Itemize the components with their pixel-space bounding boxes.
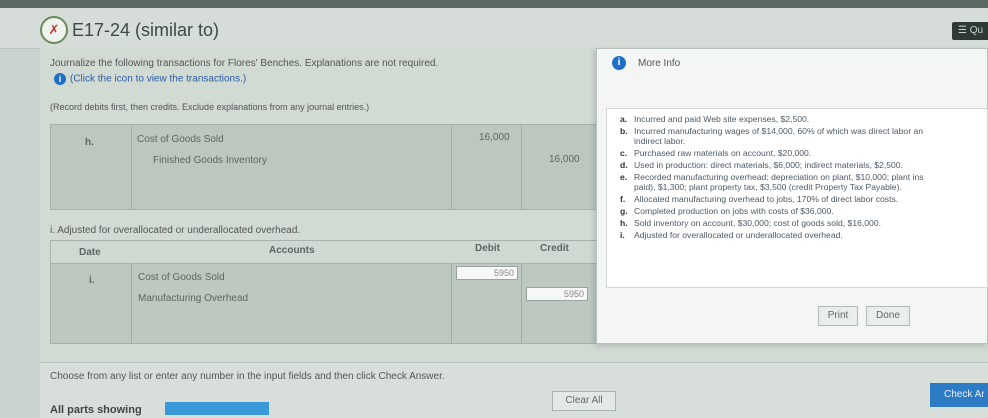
entry-i-description: i. Adjusted for overallocated or underal… — [50, 225, 301, 236]
transaction-letter: h. — [620, 217, 628, 228]
journal-entry-i: Date Accounts Debit Credit i. Cost of Go… — [50, 240, 610, 344]
title-bar: ✗ E17-24 (similar to) ☰ Qu — [0, 8, 988, 49]
info-icon[interactable]: i — [54, 73, 66, 85]
transaction-letter: b. — [620, 125, 628, 136]
view-transactions-link[interactable]: i (Click the icon to view the transaction… — [54, 73, 246, 85]
transaction-text: Purchased raw materials on account, $20,… — [634, 148, 812, 159]
credit-header: Credit — [540, 243, 569, 254]
transaction-text: indirect labor. — [634, 136, 686, 147]
accounts-header: Accounts — [269, 245, 315, 256]
entry-label: i. — [89, 275, 95, 286]
transaction-text: Incurred manufacturing wages of $14,000,… — [634, 125, 924, 136]
parts-status: All parts showing — [50, 404, 142, 416]
column-divider — [131, 125, 132, 209]
credit-input[interactable]: 5950 — [526, 287, 588, 301]
check-answer-button[interactable]: Check Ar — [930, 383, 988, 407]
question-instruction: Journalize the following transactions fo… — [50, 58, 439, 69]
menu-icon: ☰ — [958, 25, 970, 36]
modal-title: More Info — [638, 58, 681, 69]
transaction-letter: a. — [620, 114, 628, 124]
transaction-text: Used in production: direct materials, $6… — [634, 160, 903, 170]
page-title: E17-24 (similar to) — [72, 20, 220, 40]
transaction-item: i. Adjusted for overallocated or underall… — [620, 230, 843, 241]
debit-amount: 16,000 — [479, 132, 510, 143]
debit-input[interactable]: 5950 — [456, 266, 518, 280]
column-divider — [131, 263, 132, 343]
done-button[interactable]: Done — [866, 306, 910, 326]
transaction-text: paid), $1,300; plant property tax, $3,50… — [634, 182, 902, 193]
entry-label: h. — [85, 137, 94, 148]
credit-amount: 16,000 — [549, 154, 580, 165]
table-header: Date Accounts Debit Credit — [51, 241, 609, 264]
print-button[interactable]: Print — [818, 306, 858, 326]
partial-credit-icon: ✗ — [40, 16, 68, 44]
transaction-item: indirect labor. — [620, 136, 685, 147]
transaction-letter: e. — [620, 171, 628, 182]
browser-top-strip — [0, 0, 988, 8]
transaction-item: e. Recorded manufacturing overhead: depre… — [620, 172, 924, 183]
info-icon: i — [612, 56, 626, 70]
debit-account: Cost of Goods Sold — [137, 134, 224, 145]
transaction-letter: d. — [620, 160, 628, 170]
record-note: (Record debits first, then credits. Excl… — [50, 102, 370, 112]
transaction-text: Recorded manufacturing overhead: depreci… — [634, 171, 924, 182]
transaction-item: paid), $1,300; plant property tax, $3,50… — [620, 182, 902, 193]
transaction-letter: g. — [620, 206, 628, 216]
transaction-text: Sold inventory on account, $30,000; cost… — [634, 217, 882, 228]
transaction-letter: i. — [620, 229, 625, 240]
debit-header: Debit — [475, 243, 500, 254]
transaction-text: Completed production on jobs with costs … — [634, 206, 834, 216]
transaction-letter: c. — [620, 148, 628, 159]
debit-account-select[interactable]: Cost of Goods Sold — [138, 272, 225, 283]
transaction-item: b. Incurred manufacturing wages of $14,00… — [620, 126, 923, 137]
transaction-item: d. Used in production: direct materials, … — [620, 160, 903, 171]
transaction-text: Incurred and paid Web site expenses, $2,… — [634, 114, 810, 124]
date-header: Date — [79, 247, 101, 258]
transaction-item: h. Sold inventory on account, $30,000; co… — [620, 218, 881, 229]
transaction-text: Adjusted for overallocated or underalloc… — [634, 229, 843, 240]
journal-entry-h: h. Cost of Goods Sold Finished Goods Inv… — [50, 124, 610, 210]
transaction-text: Allocated manufacturing overhead to jobs… — [634, 194, 899, 205]
progress-bar — [165, 402, 269, 415]
transaction-item: a. Incurred and paid Web site expenses, $… — [620, 114, 809, 125]
transaction-item: g. Completed production on jobs with cost… — [620, 206, 834, 217]
column-divider — [451, 263, 452, 343]
help-text: Choose from any list or enter any number… — [50, 371, 445, 382]
transaction-item: f. Allocated manufacturing overhead to jo… — [620, 194, 898, 205]
column-divider — [521, 125, 522, 209]
credit-account: Finished Goods Inventory — [153, 155, 267, 166]
clear-all-button[interactable]: Clear All — [552, 391, 616, 411]
column-divider — [521, 263, 522, 343]
column-divider — [451, 125, 452, 209]
transaction-letter: f. — [620, 194, 626, 205]
credit-account-select[interactable]: Manufacturing Overhead — [138, 293, 248, 304]
question-menu-button[interactable]: ☰ Qu — [952, 22, 988, 40]
transaction-item: c. Purchased raw materials on account, $2… — [620, 148, 811, 159]
